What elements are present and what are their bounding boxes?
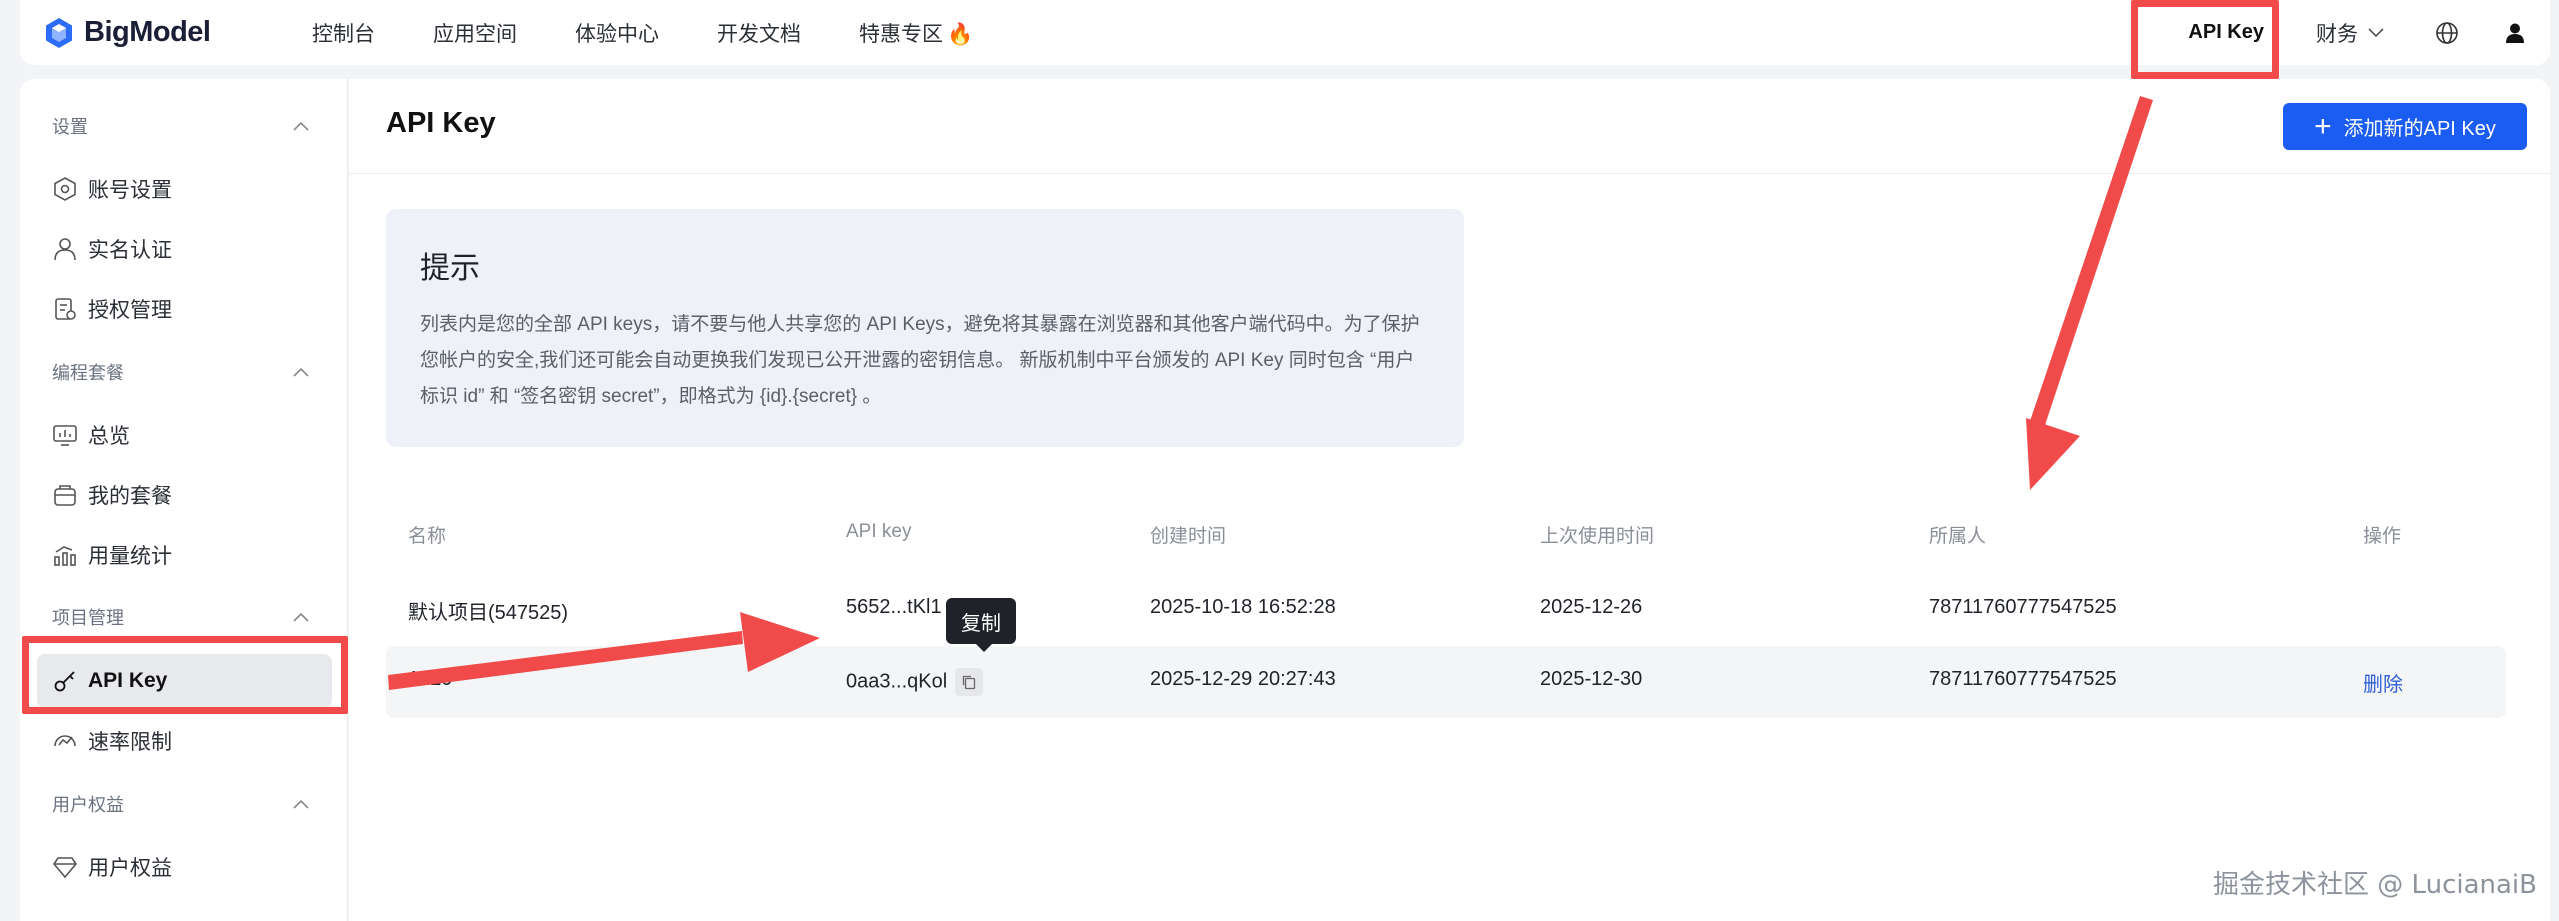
sidebar-item-verification[interactable]: 实名认证: [50, 229, 172, 269]
sidebar-item-label: 账号设置: [88, 179, 172, 202]
table-header: 名称 API key 创建时间 上次使用时间 所属人 操作: [386, 509, 2506, 565]
monitor-chart-icon: [50, 420, 80, 450]
diamond-icon: [50, 852, 80, 882]
col-action: 操作: [2363, 526, 2402, 547]
cell-owner: 78711760777547525: [1929, 596, 2117, 618]
sidebar-item-rate-limit[interactable]: 速率限制: [50, 721, 172, 761]
chevron-up-icon: [293, 799, 309, 809]
nav-promo-label: 特惠专区: [859, 22, 943, 46]
col-last-used: 上次使用时间: [1540, 526, 1655, 547]
finance-label: 财务: [2316, 22, 2358, 46]
add-api-key-label: 添加新的API Key: [2343, 118, 2496, 140]
sidebar-group-user-benefits[interactable]: 用户权益: [52, 789, 309, 819]
chevron-up-icon: [293, 121, 309, 131]
nav-app-space[interactable]: 应用空间: [433, 18, 517, 48]
cell-owner: 78711760777547525: [1929, 668, 2117, 690]
sidebar-item-label: 实名认证: [88, 239, 172, 262]
sidebar-group-label: 用户权益: [52, 795, 124, 815]
plus-icon: +: [2314, 109, 2332, 143]
cell-name: 1229: [408, 668, 453, 690]
globe-icon[interactable]: [2434, 20, 2460, 46]
cell-api-key-wrap: 0aa3...qKol: [846, 668, 984, 696]
nav-promo[interactable]: 特惠专区 🔥: [859, 18, 973, 48]
highlight-box-top: [2131, 0, 2279, 79]
copy-icon[interactable]: [955, 668, 984, 696]
cell-api-key: 5652...tKl1: [846, 596, 942, 618]
page-title: API Key: [386, 107, 496, 139]
table-row: 1229 0aa3...qKol 2025-12-29 20:27:43 202…: [386, 646, 2506, 718]
highlight-box-sidebar: [22, 636, 348, 714]
col-name: 名称: [408, 526, 447, 547]
main-header: API Key + 添加新的API Key: [349, 79, 2550, 174]
cell-api-key: 0aa3...qKol: [846, 670, 948, 693]
sidebar-group-label: 项目管理: [52, 608, 124, 628]
sidebar-group-settings[interactable]: 设置: [52, 111, 309, 141]
sidebar-item-label: 授权管理: [88, 299, 172, 322]
chevron-up-icon: [293, 612, 309, 622]
sidebar-item-my-plan[interactable]: 我的套餐: [50, 475, 172, 515]
add-api-key-button[interactable]: + 添加新的API Key: [2283, 103, 2527, 150]
logo[interactable]: BigModel: [42, 16, 312, 50]
sidebar-item-authorization[interactable]: 授权管理: [50, 289, 172, 329]
nav-docs[interactable]: 开发文档: [717, 18, 801, 48]
sidebar: 设置 账号设置 实名认证 授权管理 编程套餐 总览 我的套餐 用量统计 项目管理…: [20, 79, 348, 921]
chevron-up-icon: [293, 367, 309, 377]
cell-last-used: 2025-12-30: [1540, 668, 1643, 690]
sidebar-group-label: 编程套餐: [52, 363, 124, 383]
api-key-table: 名称 API key 创建时间 上次使用时间 所属人 操作 默认项目(54752…: [386, 509, 2506, 718]
user-icon[interactable]: [2502, 20, 2528, 46]
watermark: 掘金技术社区 @ LucianaiB: [2213, 870, 2537, 900]
cell-name: 默认项目(547525): [408, 602, 569, 624]
user-outline-icon: [50, 234, 80, 264]
top-nav: 控制台 应用空间 体验中心 开发文档 特惠专区 🔥: [312, 18, 1031, 48]
settings-icon: [50, 174, 80, 204]
delete-link[interactable]: 删除: [2363, 668, 2403, 697]
notice-body: 列表内是您的全部 API keys，请不要与他人共享您的 API Keys，避免…: [420, 314, 1420, 407]
sidebar-item-overview[interactable]: 总览: [50, 415, 130, 455]
copy-tooltip: 复制: [946, 598, 1016, 652]
gauge-icon: [50, 726, 80, 756]
package-icon: [50, 480, 80, 510]
cell-last-used: 2025-12-26: [1540, 596, 1643, 618]
bigmodel-logo-icon: [46, 17, 72, 48]
finance-menu[interactable]: 财务: [2316, 18, 2384, 48]
chevron-down-icon: [2368, 27, 2384, 37]
sidebar-item-label: 我的套餐: [88, 485, 172, 508]
bar-chart-icon: [50, 540, 80, 570]
col-api-key: API key: [846, 521, 912, 542]
sidebar-group-coding-plan[interactable]: 编程套餐: [52, 357, 309, 387]
notice-title: 提示: [420, 252, 480, 285]
sidebar-group-project-management[interactable]: 项目管理: [52, 602, 309, 632]
sidebar-item-label: 速率限制: [88, 731, 172, 754]
sidebar-item-benefits[interactable]: 用户权益: [50, 847, 172, 887]
sidebar-item-label: 用量统计: [88, 545, 172, 568]
col-created: 创建时间: [1150, 526, 1227, 547]
table-row: 默认项目(547525) 5652...tKl1 2025-10-18 16:5…: [386, 574, 2506, 646]
document-check-icon: [50, 294, 80, 324]
nav-experience[interactable]: 体验中心: [575, 18, 659, 48]
sidebar-group-label: 设置: [52, 117, 88, 137]
col-owner: 所属人: [1929, 526, 1987, 547]
brand-name: BigModel: [84, 16, 211, 48]
cell-created: 2025-10-18 16:52:28: [1150, 596, 1336, 618]
cell-created: 2025-12-29 20:27:43: [1150, 668, 1336, 690]
nav-console[interactable]: 控制台: [312, 18, 375, 48]
fire-icon: 🔥: [947, 22, 974, 46]
main-panel: API Key + 添加新的API Key 提示 列表内是您的全部 API ke…: [349, 79, 2550, 921]
sidebar-item-usage-stats[interactable]: 用量统计: [50, 535, 172, 575]
sidebar-item-label: 总览: [88, 425, 130, 448]
sidebar-item-label: 用户权益: [88, 857, 172, 880]
sidebar-item-account-settings[interactable]: 账号设置: [50, 169, 172, 209]
notice-box: 提示 列表内是您的全部 API keys，请不要与他人共享您的 API Keys…: [386, 209, 1464, 447]
